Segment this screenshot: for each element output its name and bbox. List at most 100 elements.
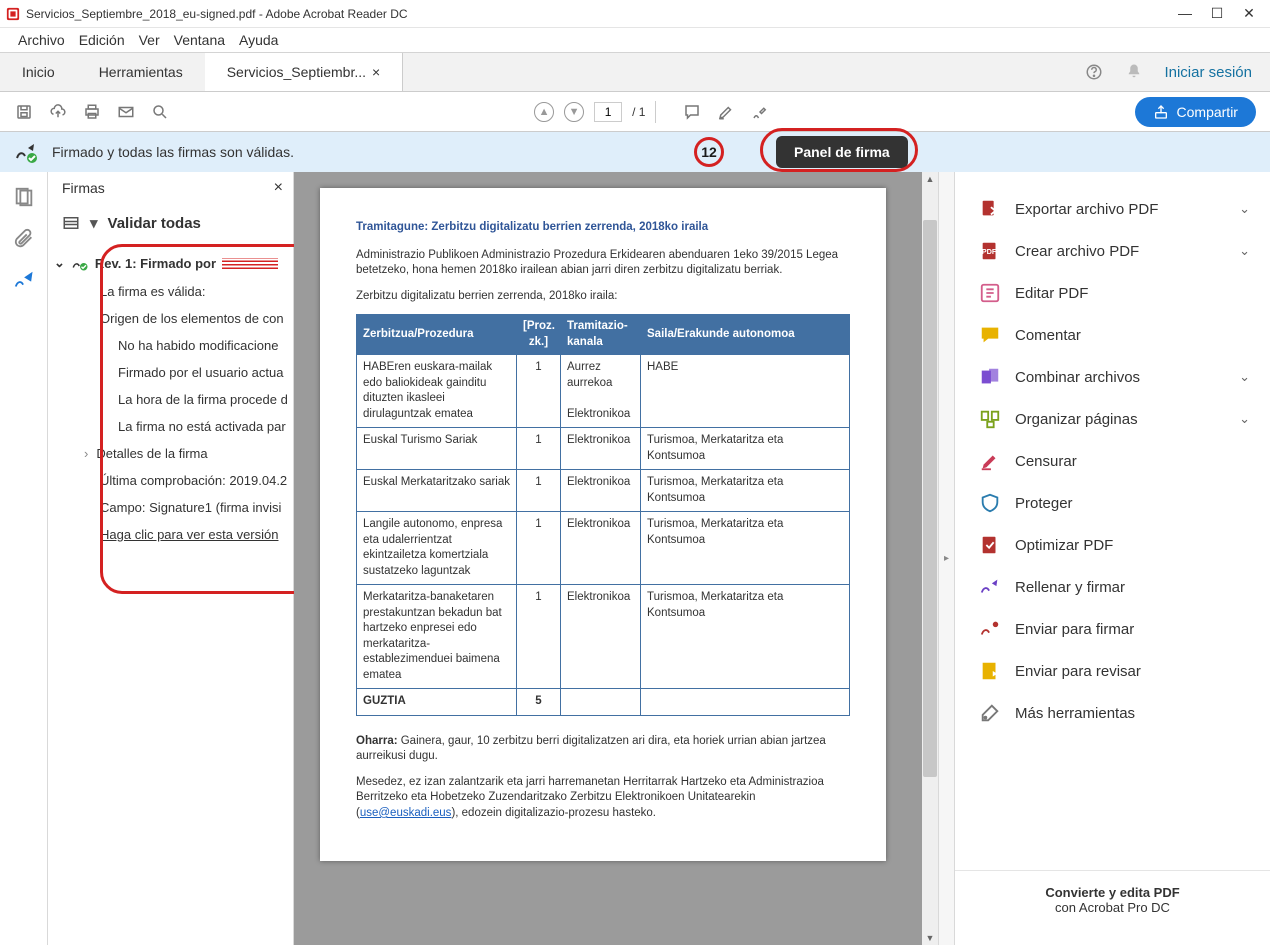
signin-link[interactable]: Iniciar sesión	[1164, 64, 1252, 81]
services-table: Zerbitzua/Prozedura [Proz. zk.] Tramitaz…	[356, 314, 850, 716]
table-row: GUZTIA 5	[357, 689, 850, 716]
share-button[interactable]: Compartir	[1135, 97, 1256, 127]
tool-m-s-herramientas[interactable]: Más herramientas	[955, 692, 1270, 734]
tool-optimizar-pdf[interactable]: Optimizar PDF	[955, 524, 1270, 566]
tab-document[interactable]: Servicios_Septiembr... ×	[205, 53, 403, 91]
upgrade-line2: con Acrobat Pro DC	[965, 900, 1260, 915]
tab-tools[interactable]: Herramientas	[77, 53, 205, 91]
share-icon	[1153, 104, 1169, 120]
tool-label: Optimizar PDF	[1015, 537, 1113, 554]
save-icon[interactable]	[14, 102, 34, 122]
tool-icon	[979, 198, 1001, 220]
sig-row-time: La hora de la firma procede d	[48, 386, 293, 413]
doc-footer: Mesedez, ez izan zalantzarik eta jarri h…	[356, 775, 850, 822]
menu-edicion[interactable]: Edición	[79, 32, 125, 48]
close-tab-icon[interactable]: ×	[372, 64, 380, 80]
rev1-title-row[interactable]: ⌄ Rev. 1: Firmado por	[48, 248, 293, 278]
cell-service: Euskal Merkataritzako sariak	[357, 470, 517, 512]
share-label: Compartir	[1177, 104, 1238, 120]
cell-channel	[561, 689, 641, 716]
cell-channel: Elektronikoa	[561, 470, 641, 512]
tool-enviar-para-revisar[interactable]: Enviar para revisar	[955, 650, 1270, 692]
th-service: Zerbitzua/Prozedura	[357, 315, 517, 355]
bell-icon[interactable]	[1124, 62, 1144, 82]
doc-note: Oharra: Gainera, gaur, 10 zerbitzu berri…	[356, 734, 850, 765]
signature-valid-small-icon	[71, 254, 89, 272]
tool-rellenar-y-firmar[interactable]: Rellenar y firmar	[955, 566, 1270, 608]
tool-censurar[interactable]: Censurar	[955, 440, 1270, 482]
signature-tree: ⌄ Rev. 1: Firmado por La firma es válida…	[48, 242, 293, 562]
comment-bubble-icon[interactable]	[682, 102, 702, 122]
cell-count: 5	[517, 689, 561, 716]
tab-home[interactable]: Inicio	[0, 53, 77, 91]
upgrade-promo[interactable]: Convierte y edita PDF con Acrobat Pro DC	[955, 870, 1270, 929]
tool-label: Editar PDF	[1015, 285, 1088, 302]
scroll-thumb[interactable]	[923, 220, 937, 777]
cell-service: GUZTIA	[357, 689, 517, 716]
doc-note-bold: Oharra:	[356, 735, 398, 747]
right-panel-collapse-handle[interactable]: ▸	[938, 172, 954, 945]
cell-channel: Elektronikoa	[561, 428, 641, 470]
signature-panel-button[interactable]: Panel de firma	[776, 136, 908, 168]
help-icon[interactable]	[1084, 62, 1104, 82]
chevron-right-icon: ›	[84, 446, 88, 461]
cell-service: Langile autonomo, enpresa eta udalerrien…	[357, 512, 517, 585]
upgrade-line1: Convierte y edita PDF	[965, 885, 1260, 900]
tool-exportar-archivo-pdf[interactable]: Exportar archivo PDF ⌄	[955, 188, 1270, 230]
vertical-scrollbar[interactable]: ▲ ▼	[922, 172, 938, 945]
cloud-upload-icon[interactable]	[48, 102, 68, 122]
tool-label: Comentar	[1015, 327, 1081, 344]
menu-ayuda[interactable]: Ayuda	[239, 32, 278, 48]
close-window-button[interactable]: ✕	[1242, 5, 1256, 22]
tool-proteger[interactable]: Proteger	[955, 482, 1270, 524]
menu-ver[interactable]: Ver	[139, 32, 160, 48]
tool-enviar-para-firmar[interactable]: Enviar para firmar	[955, 608, 1270, 650]
print-icon[interactable]	[82, 102, 102, 122]
search-icon[interactable]	[150, 102, 170, 122]
cell-dept: Turismoa, Merkataritza eta Kontsumoa	[641, 470, 850, 512]
tool-organizar-p-ginas[interactable]: Organizar páginas ⌄	[955, 398, 1270, 440]
cell-service: Merkataritza-banaketaren prestakuntzan b…	[357, 585, 517, 689]
scroll-up-arrow[interactable]: ▲	[922, 174, 938, 184]
signatures-panel-title: Firmas	[62, 180, 105, 196]
sig-row-nomod: No ha habido modificacione	[48, 332, 293, 359]
highlight-pen-icon[interactable]	[716, 102, 736, 122]
close-panel-icon[interactable]: ×	[274, 179, 283, 197]
sig-row-details[interactable]: ›Detalles de la firma	[48, 440, 293, 467]
thumbnails-icon[interactable]	[13, 186, 35, 208]
main-area: Firmas × ▾ Validar todas ⌄ Rev. 1: Firma…	[0, 172, 1270, 945]
menubar: Archivo Edición Ver Ventana Ayuda	[0, 28, 1270, 52]
page-current-input[interactable]	[594, 102, 622, 122]
cell-dept: HABE	[641, 355, 850, 428]
tool-comentar[interactable]: Comentar	[955, 314, 1270, 356]
tool-label: Exportar archivo PDF	[1015, 201, 1158, 218]
tool-crear-archivo-pdf[interactable]: PDF Crear archivo PDF ⌄	[955, 230, 1270, 272]
cell-service: Euskal Turismo Sariak	[357, 428, 517, 470]
sign-pen-icon[interactable]	[750, 102, 770, 122]
doc-footer-email[interactable]: use@euskadi.eus	[360, 807, 452, 819]
signatures-panel: Firmas × ▾ Validar todas ⌄ Rev. 1: Firma…	[48, 172, 294, 945]
validate-all-row[interactable]: ▾ Validar todas	[48, 204, 293, 242]
tab-document-label: Servicios_Septiembr...	[227, 64, 366, 80]
page-up-icon[interactable]: ▲	[534, 102, 554, 122]
cell-channel: Elektronikoa	[561, 512, 641, 585]
menu-ventana[interactable]: Ventana	[174, 32, 225, 48]
email-icon[interactable]	[116, 102, 136, 122]
tool-label: Organizar páginas	[1015, 411, 1138, 428]
pdf-icon	[6, 7, 20, 21]
tab-home-label: Inicio	[22, 64, 55, 80]
menu-archivo[interactable]: Archivo	[18, 32, 65, 48]
scroll-down-arrow[interactable]: ▼	[922, 933, 938, 943]
page-down-icon[interactable]: ▼	[564, 102, 584, 122]
th-channel: Tramitazio-kanala	[561, 315, 641, 355]
signature-panel-icon[interactable]	[13, 270, 35, 292]
sig-row-viewversion[interactable]: Haga clic para ver esta versión	[48, 521, 293, 548]
tool-editar-pdf[interactable]: Editar PDF	[955, 272, 1270, 314]
pdf-page: Tramitagune: Zerbitzu digitalizatu berri…	[320, 188, 886, 861]
minimize-button[interactable]: —	[1178, 5, 1192, 22]
tool-icon	[979, 492, 1001, 514]
tool-combinar-archivos[interactable]: Combinar archivos ⌄	[955, 356, 1270, 398]
attachment-icon[interactable]	[13, 228, 35, 250]
tool-icon	[979, 618, 1001, 640]
maximize-button[interactable]: ☐	[1210, 5, 1224, 22]
